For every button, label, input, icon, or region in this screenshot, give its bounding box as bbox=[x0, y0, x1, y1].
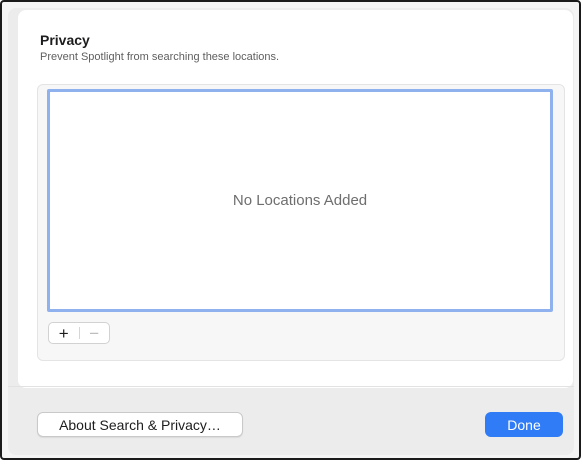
remove-location-button[interactable]: − bbox=[80, 323, 110, 343]
minus-icon: − bbox=[89, 323, 100, 343]
footer-divider bbox=[8, 386, 574, 387]
about-search-privacy-button[interactable]: About Search & Privacy… bbox=[37, 412, 243, 437]
section-title: Privacy bbox=[40, 32, 90, 48]
plus-icon: + bbox=[58, 323, 69, 343]
locations-list[interactable]: No Locations Added bbox=[47, 89, 553, 312]
add-location-button[interactable]: + bbox=[49, 323, 79, 343]
privacy-sheet-window: Privacy Prevent Spotlight from searching… bbox=[0, 0, 581, 460]
section-subtitle: Prevent Spotlight from searching these l… bbox=[40, 51, 280, 63]
done-button[interactable]: Done bbox=[485, 412, 563, 437]
empty-state-label: No Locations Added bbox=[232, 192, 368, 209]
add-remove-control: + − bbox=[48, 322, 110, 344]
